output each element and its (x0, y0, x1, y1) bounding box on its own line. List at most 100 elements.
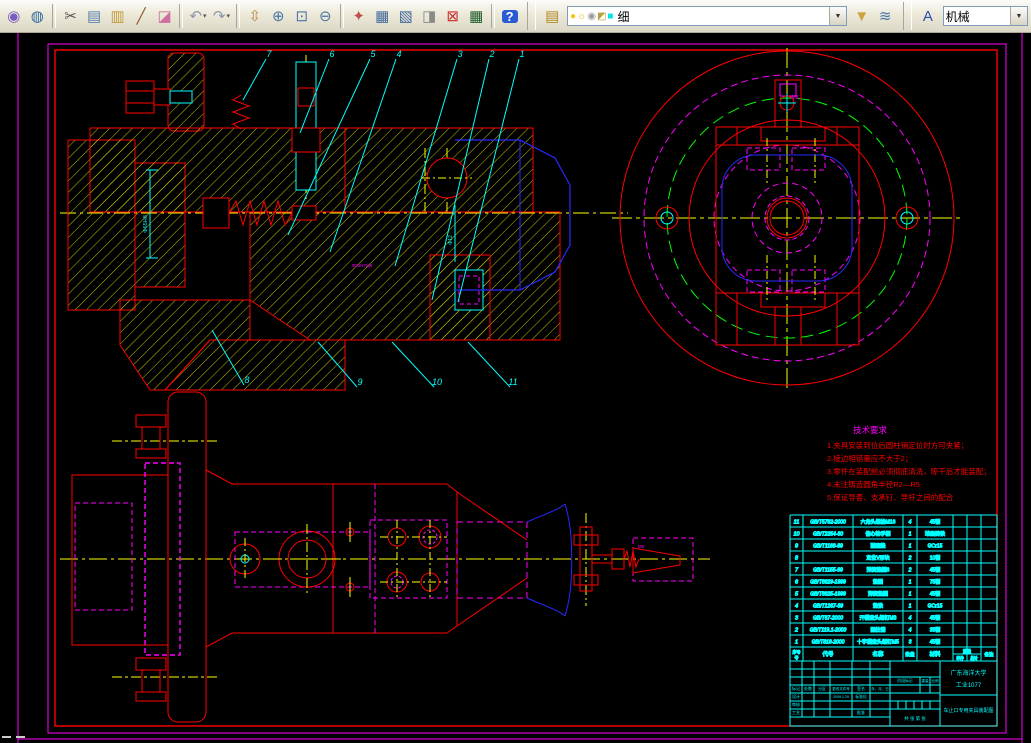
cut-icon[interactable]: ✂ (59, 3, 83, 29)
svg-text:序号: 序号 (793, 649, 801, 655)
svg-text:4: 4 (909, 628, 912, 634)
svg-text:5.保证导套、支承钉、导杆之间的配合: 5.保证导套、支承钉、导杆之间的配合 (827, 492, 954, 502)
layer-plot-icon: ◉ (587, 11, 596, 22)
style-combo[interactable]: 机械▼ (943, 6, 1028, 26)
svg-text:弹簧垫圈8: 弹簧垫圈8 (867, 567, 890, 574)
svg-text:弹簧垫圈: 弹簧垫圈 (868, 591, 888, 598)
svg-text:单件: 单件 (956, 656, 964, 661)
main-toolbar: ◉◍✂▤▥╱◪↶▾↷▾⇳⊕⊡⊖✦▦▧◨⊠▦?▤●☼◉◩■细▼▼≋A机械▼ (0, 0, 1031, 33)
svg-text:7: 7 (795, 568, 799, 574)
svg-text:工业1077: 工业1077 (956, 681, 982, 689)
zoom-realtime-icon: ⊕ (272, 9, 285, 24)
match-properties-icon: ╱ (137, 9, 146, 24)
svg-text:工艺: 工艺 (792, 710, 800, 715)
sheet-set-icon[interactable]: ▧ (394, 3, 418, 29)
calculator-icon[interactable]: ▦ (464, 3, 488, 29)
svg-text:4: 4 (909, 616, 912, 622)
paste-icon: ▥ (111, 9, 125, 24)
toolbar-separator (179, 4, 183, 28)
svg-text:75钢: 75钢 (930, 579, 941, 586)
layer-manager-icon[interactable]: ▤ (540, 3, 564, 29)
svg-text:6: 6 (795, 580, 799, 586)
svg-text:设计: 设计 (792, 693, 800, 699)
toolbar-separator (340, 4, 344, 28)
redo-icon[interactable]: ↷▾ (210, 3, 234, 29)
erase-icon[interactable]: ◪ (153, 3, 177, 29)
svg-text:六角头螺栓M16: 六角头螺栓M16 (861, 519, 896, 526)
toolbar-separator (491, 4, 495, 28)
zoom-previous-icon[interactable]: ⊖ (314, 3, 338, 29)
svg-text:圆柱销: 圆柱销 (870, 627, 885, 634)
svg-text:重量: 重量 (963, 648, 971, 654)
copy-icon: ▤ (87, 9, 101, 24)
svg-text:11: 11 (794, 520, 800, 526)
match-properties-icon[interactable]: ╱ (129, 3, 153, 29)
svg-text:2: 2 (488, 49, 494, 59)
svg-text:比例: 比例 (931, 678, 939, 683)
svg-text:GB/T5782-2000: GB/T5782-2000 (810, 520, 846, 526)
erase-icon: ◪ (158, 9, 172, 24)
svg-text:2.棱边相错量应不大于2；: 2.棱边相错量应不大于2； (827, 453, 912, 463)
flange-bolt-top (136, 415, 166, 458)
zoom-window-icon[interactable]: ⊡ (290, 3, 314, 29)
svg-text:签名: 签名 (857, 685, 865, 691)
layer-combo-dropdown-arrow[interactable]: ▼ (829, 7, 846, 25)
svg-text:数量: 数量 (906, 651, 915, 658)
make-layer-current-icon[interactable]: ▼ (850, 3, 874, 29)
table-icon[interactable]: ▦ (370, 3, 394, 29)
svg-text:45钢: 45钢 (930, 519, 941, 526)
svg-text:3: 3 (795, 616, 799, 622)
svg-text:偏心轮手柄: 偏心轮手柄 (865, 531, 890, 538)
layer-color-swatch: ■ (607, 11, 613, 22)
cut-icon: ✂ (64, 9, 77, 24)
render-icon[interactable]: ◨ (417, 3, 441, 29)
text-style-icon[interactable]: A (916, 3, 940, 29)
svg-text:GB/T8825-1999: GB/T8825-1999 (810, 592, 846, 598)
svg-text:1: 1 (909, 532, 912, 538)
svg-text:1: 1 (519, 49, 524, 59)
svg-text:GB/T1168-89: GB/T1168-89 (813, 544, 843, 550)
markup-icon[interactable]: ⊠ (441, 3, 465, 29)
zoom-realtime-icon[interactable]: ⊕ (267, 3, 291, 29)
svg-text:总计: 总计 (970, 656, 978, 661)
svg-text:技术要求: 技术要求 (853, 425, 888, 435)
svg-text:广东海洋大学: 广东海洋大学 (950, 669, 986, 677)
style-combo-dropdown-arrow[interactable]: ▼ (1010, 7, 1027, 25)
help-icon: ? (502, 10, 518, 23)
style-combo-value: 机械 (944, 8, 1010, 25)
dropdown-arrow-icon[interactable]: ▾ (203, 12, 207, 20)
svg-text:4: 4 (909, 520, 912, 526)
svg-text:2: 2 (908, 556, 912, 562)
publish-web-icon[interactable]: ◍ (26, 3, 50, 29)
svg-text:GB/T1155-89: GB/T1155-89 (813, 568, 843, 574)
quick-select-icon[interactable]: ✦ (347, 3, 371, 29)
layer-previous-icon: ≋ (879, 9, 892, 24)
etransmit-icon[interactable]: ◉ (2, 3, 26, 29)
svg-text:10: 10 (432, 377, 442, 387)
svg-text:2: 2 (794, 628, 798, 634)
svg-text:M6: M6 (638, 544, 645, 549)
drawing-canvas[interactable]: 7654321891011 技术要求1.夹具安装到位后圆柱销定位时方可夹紧；2.… (0, 33, 1031, 743)
calculator-icon: ▦ (469, 9, 483, 24)
svg-text:标准化: 标准化 (855, 694, 867, 699)
copy-icon[interactable]: ▤ (82, 3, 106, 29)
layer-previous-icon[interactable]: ≋ (873, 3, 897, 29)
paste-icon[interactable]: ▥ (106, 3, 130, 29)
svg-text:标记: 标记 (792, 685, 800, 691)
layer-manager-icon: ▤ (545, 9, 559, 24)
undo-icon[interactable]: ↶▾ (186, 3, 210, 29)
make-layer-current-icon: ▼ (854, 9, 869, 24)
layer-combo[interactable]: ●☼◉◩■细▼ (567, 6, 847, 26)
svg-text:批准: 批准 (857, 709, 865, 715)
dropdown-arrow-icon[interactable]: ▾ (227, 12, 231, 20)
cad-application-window: { "toolbar": { "sections": [ {"type":"ic… (0, 0, 1031, 743)
toolbar-section-divider (903, 2, 912, 30)
help-icon[interactable]: ? (498, 3, 522, 29)
table-icon: ▦ (375, 9, 389, 24)
svg-text:分区: 分区 (818, 685, 826, 691)
svg-text:45钢: 45钢 (930, 591, 941, 598)
pan-icon[interactable]: ⇳ (243, 3, 267, 29)
svg-text:3.零件在装配前必须彻底清洗，晾干后才能装配；: 3.零件在装配前必须彻底清洗，晾干后才能装配； (827, 466, 991, 476)
svg-text:5: 5 (795, 592, 799, 598)
parts-list-table: 11GB/T5782-2000六角头螺栓M16445钢10GB/T2254-80… (790, 515, 997, 661)
